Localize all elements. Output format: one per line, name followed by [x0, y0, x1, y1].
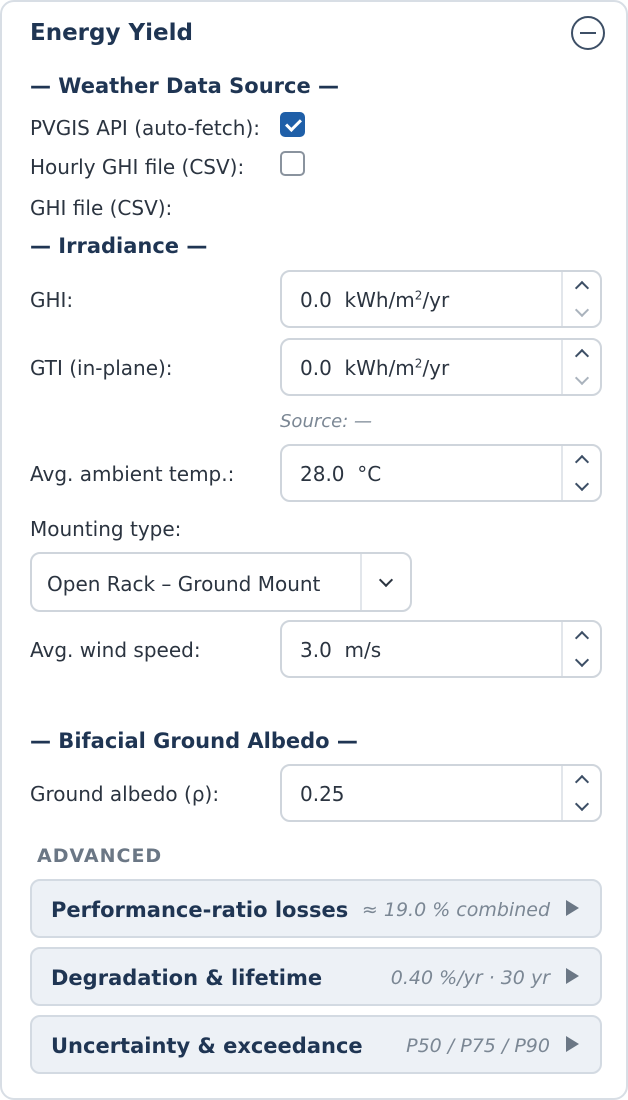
expand-arrow-icon [566, 968, 579, 984]
gti-increment-button[interactable] [563, 340, 600, 367]
accordion-summary: ≈ 19.0 % combined [361, 899, 550, 921]
pvgis-checkbox[interactable] [280, 112, 305, 137]
ghi-file-label: GHI file (CSV): [30, 196, 173, 220]
chevron-down-icon [574, 652, 589, 668]
accordion-summary: 0.40 %/yr · 30 yr [390, 967, 550, 989]
gti-label: GTI (in-plane): [30, 356, 173, 380]
albedo-section-heading: — Bifacial Ground Albedo — [30, 729, 358, 753]
albedo-increment-button[interactable] [563, 766, 600, 793]
accordion-title: Degradation & lifetime [51, 966, 323, 990]
wind-speed-value: 3.0 m/s [300, 638, 382, 662]
ground-albedo-input[interactable]: 0.25 [280, 764, 602, 822]
wind-increment-button[interactable] [563, 622, 600, 649]
panel-title: Energy Yield [30, 20, 193, 46]
accordion-degradation[interactable]: Degradation & lifetime 0.40 %/yr · 30 yr [30, 947, 602, 1006]
pvgis-label: PVGIS API (auto-fetch): [30, 116, 260, 140]
chevron-down-icon [378, 572, 394, 587]
hourly-ghi-checkbox[interactable] [280, 151, 305, 176]
ghi-decrement-button[interactable] [563, 299, 600, 326]
mounting-dropdown-button[interactable] [362, 554, 410, 610]
accordion-performance-ratio[interactable]: Performance-ratio losses ≈ 19.0 % combin… [30, 879, 602, 938]
ghi-label: GHI: [30, 288, 74, 312]
expand-arrow-icon [566, 1036, 579, 1052]
hourly-ghi-label: Hourly GHI file (CSV): [30, 155, 245, 179]
accordion-uncertainty[interactable]: Uncertainty & exceedance P50 / P75 / P90 [30, 1015, 602, 1074]
ambient-temp-input[interactable]: 28.0 °C [280, 444, 602, 502]
chevron-up-icon [574, 774, 589, 790]
advanced-heading: ADVANCED [37, 845, 163, 867]
chevron-down-icon [574, 476, 589, 492]
weather-section-heading: — Weather Data Source — [30, 74, 340, 98]
chevron-up-icon [574, 630, 589, 646]
ghi-increment-button[interactable] [563, 272, 600, 299]
gti-value: 0.0 kWh/m2/yr [300, 356, 450, 380]
wind-speed-input[interactable]: 3.0 m/s [280, 620, 602, 678]
wind-speed-label: Avg. wind speed: [30, 638, 201, 662]
accordion-title: Performance-ratio losses [51, 898, 349, 922]
gti-decrement-button[interactable] [563, 367, 600, 394]
ambient-temp-label: Avg. ambient temp.: [30, 462, 235, 486]
expand-arrow-icon [566, 900, 579, 916]
mounting-type-value: Open Rack – Ground Mount [47, 572, 321, 596]
accordion-summary: P50 / P75 / P90 [406, 1035, 550, 1057]
temp-increment-button[interactable] [563, 446, 600, 473]
chevron-down-icon [574, 370, 589, 386]
mounting-type-select[interactable]: Open Rack – Ground Mount [30, 552, 412, 612]
chevron-up-icon [574, 348, 589, 364]
collapse-button[interactable] [571, 16, 605, 50]
ground-albedo-label: Ground albedo (ρ): [30, 782, 220, 806]
ghi-value: 0.0 kWh/m2/yr [300, 288, 450, 312]
ground-albedo-value: 0.25 [300, 782, 345, 806]
chevron-down-icon [574, 302, 589, 318]
chevron-down-icon [574, 796, 589, 812]
ghi-input[interactable]: 0.0 kWh/m2/yr [280, 270, 602, 328]
chevron-up-icon [574, 454, 589, 470]
accordion-title: Uncertainty & exceedance [51, 1034, 363, 1058]
irradiance-source-note: Source: — [280, 411, 373, 432]
ambient-temp-value: 28.0 °C [300, 462, 382, 486]
gti-input[interactable]: 0.0 kWh/m2/yr [280, 338, 602, 396]
chevron-up-icon [574, 280, 589, 296]
albedo-decrement-button[interactable] [563, 793, 600, 820]
energy-yield-panel: Energy Yield — Weather Data Source — PVG… [0, 0, 628, 1100]
minus-circle-icon [580, 32, 596, 34]
mounting-type-label: Mounting type: [30, 517, 182, 541]
temp-decrement-button[interactable] [563, 473, 600, 500]
wind-decrement-button[interactable] [563, 649, 600, 676]
irradiance-section-heading: — Irradiance — [30, 234, 208, 258]
